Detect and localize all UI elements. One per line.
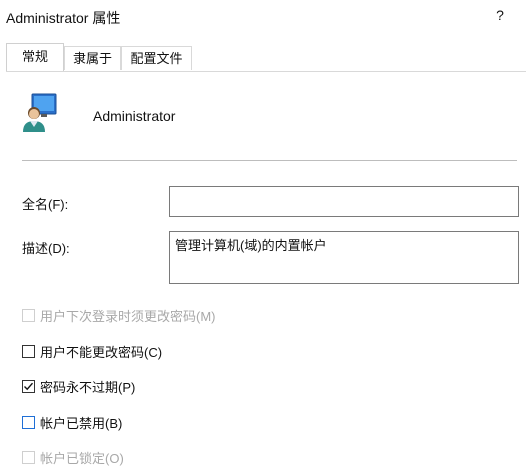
description-label: 描述(D): (22, 241, 70, 256)
title-bar: Administrator 属性 ? (0, 0, 532, 32)
cannot-change-password-checkbox[interactable] (22, 344, 35, 358)
cannot-change-password-label[interactable]: 用户不能更改密码(C) (40, 342, 162, 361)
option-password-never-expires[interactable]: 密码永不过期(P) (22, 377, 135, 395)
password-never-expires-label[interactable]: 密码永不过期(P) (40, 377, 135, 396)
tab-strip: 常规 隶属于 配置文件 (6, 43, 526, 72)
must-change-password-checkbox (22, 308, 35, 322)
fullname-label: 全名(F): (22, 197, 69, 212)
account-disabled-label[interactable]: 帐户已禁用(B) (40, 413, 122, 432)
help-button[interactable]: ? (489, 7, 511, 27)
account-locked-label: 帐户已锁定(O) (40, 450, 124, 466)
user-name: Administrator (93, 108, 176, 124)
tab-member-of[interactable]: 隶属于 (64, 46, 121, 70)
tab-profile[interactable]: 配置文件 (121, 46, 192, 70)
properties-dialog: Administrator 属性 ? 常规 隶属于 配置文件 Administr… (0, 0, 532, 472)
description-input[interactable]: 管理计算机(域)的内置帐户 (169, 231, 519, 284)
tab-panel-border (6, 71, 526, 72)
separator (22, 160, 517, 161)
checkmark-icon (24, 382, 34, 390)
option-account-disabled[interactable]: 帐户已禁用(B) (22, 413, 122, 431)
must-change-password-label: 用户下次登录时须更改密码(M) (40, 308, 216, 324)
option-cannot-change-password[interactable]: 用户不能更改密码(C) (22, 342, 162, 360)
account-disabled-checkbox[interactable] (22, 415, 35, 429)
option-account-locked: 帐户已锁定(O) (22, 448, 124, 466)
user-account-icon (22, 93, 58, 133)
option-must-change-password: 用户下次登录时须更改密码(M) (22, 306, 216, 324)
window-title: Administrator 属性 (6, 10, 121, 26)
password-never-expires-checkbox[interactable] (22, 379, 35, 393)
tab-general[interactable]: 常规 (6, 43, 64, 71)
account-locked-checkbox (22, 450, 35, 464)
fullname-input[interactable] (169, 186, 519, 217)
